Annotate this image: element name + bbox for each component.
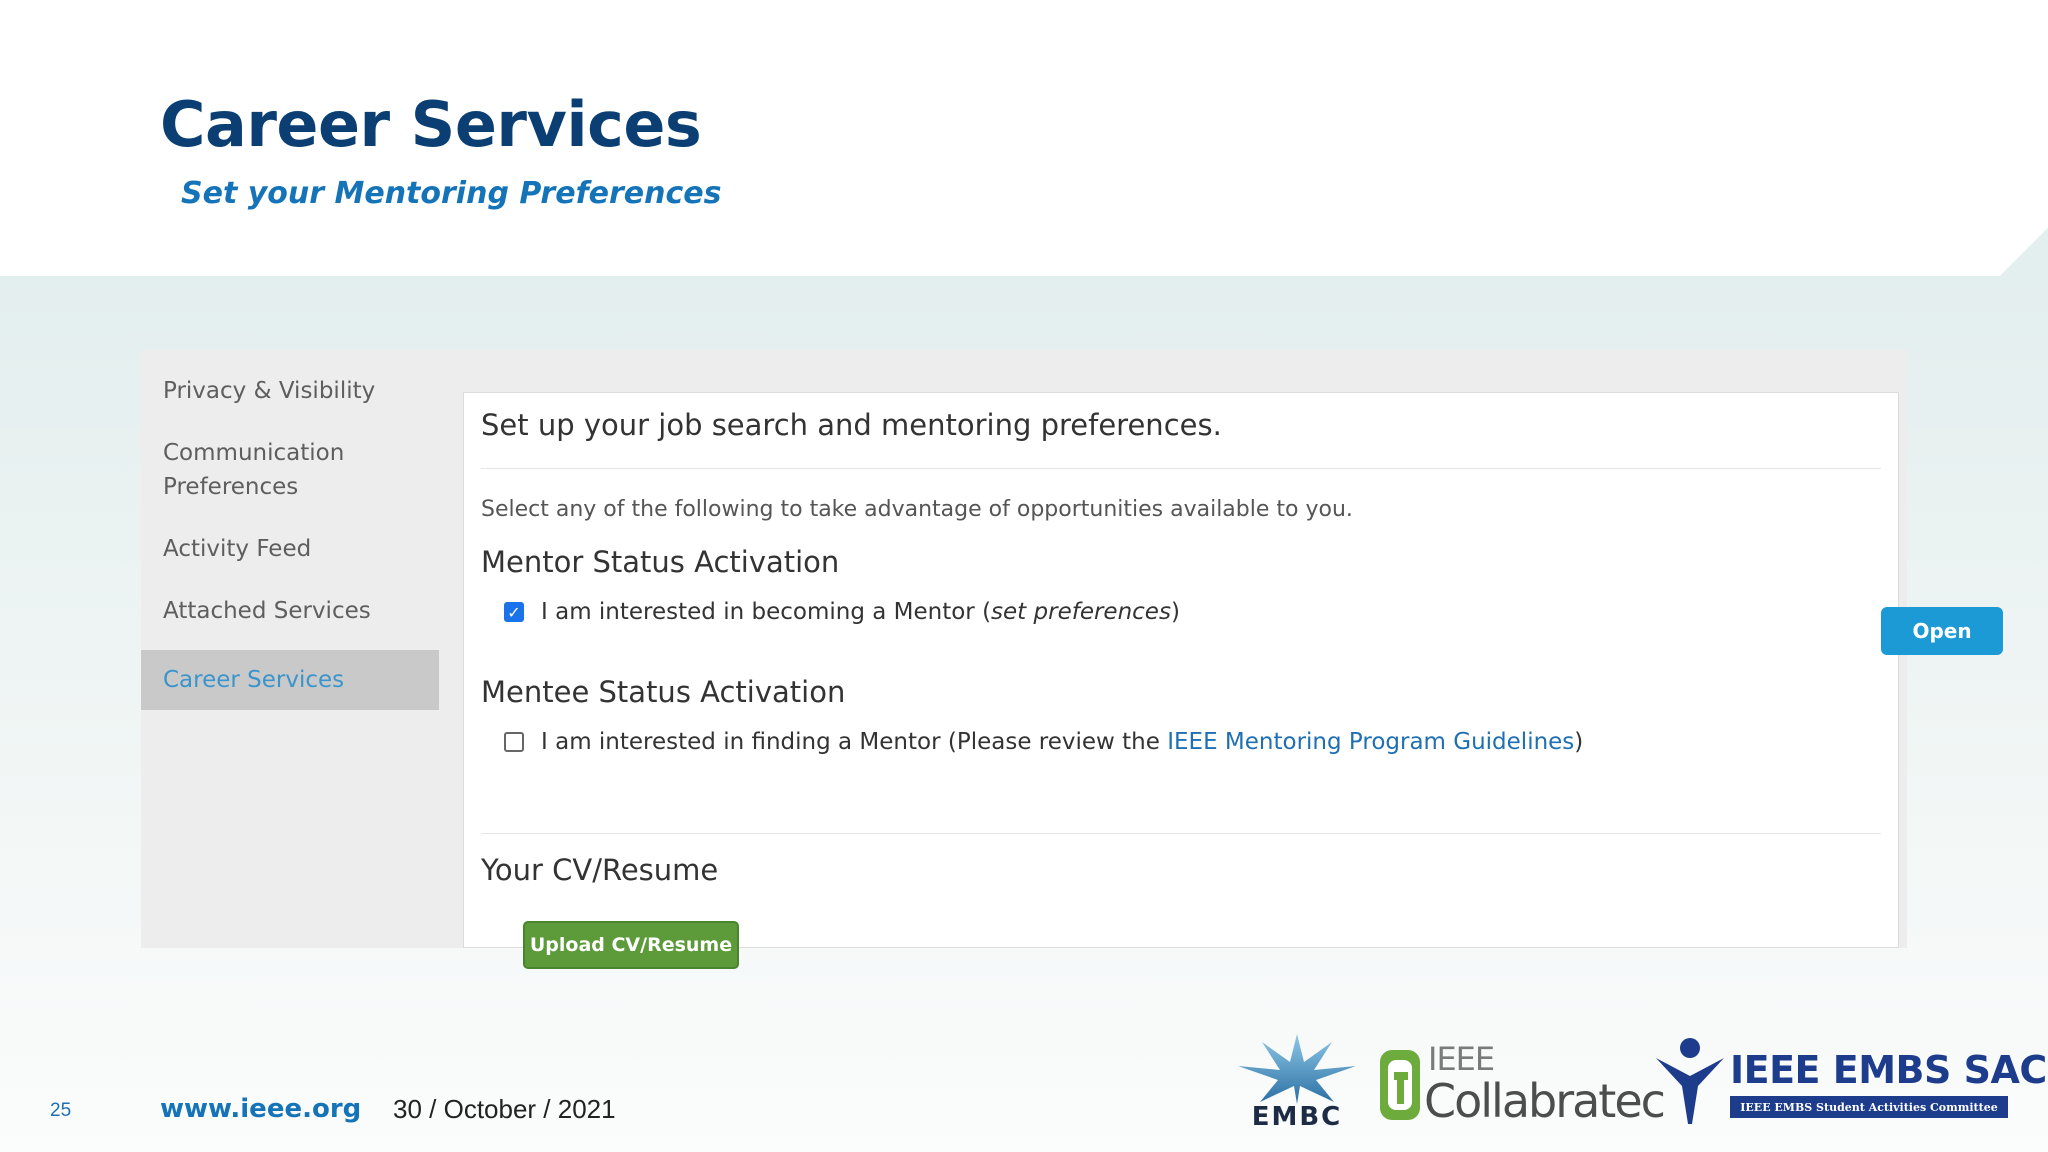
sac-title-text: IEEE EMBS SAC [1730,1048,2047,1092]
content-heading: Set up your job search and mentoring pre… [481,408,1222,442]
sidebar-item-label: Attached Services [163,598,371,624]
content-intro: Select any of the following to take adva… [481,497,1353,522]
footer-date: 30 / October / 2021 [393,1094,616,1124]
mentee-checkbox-row: I am interested in finding a Mentor (Ple… [504,729,1583,755]
mentee-label-close: ) [1574,729,1584,755]
collabratec-ieee-text: IEEE [1428,1040,1495,1078]
divider [481,833,1881,834]
sidebar-item-communication-preferences[interactable]: Communication Preferences [141,436,439,504]
person-figure-icon [1656,1038,1724,1124]
sidebar-item-activity-feed[interactable]: Activity Feed [141,532,439,566]
collabratec-logo: IEEE Collabratec [1378,1040,1666,1132]
sidebar-item-label: Communication [163,440,345,466]
sidebar-item-attached-services[interactable]: Attached Services [141,594,439,628]
sidebar-item-career-services[interactable]: Career Services [141,650,439,710]
embc-logo: EMBC [1234,1032,1360,1132]
mentee-section-title: Mentee Status Activation [481,675,846,709]
page-number: 25 [50,1100,72,1121]
sac-subtitle-text: IEEE EMBS Student Activities Committee [1730,1096,2008,1118]
mentor-section-title: Mentor Status Activation [481,545,840,579]
sidebar-item-privacy-visibility[interactable]: Privacy & Visibility [141,374,439,408]
footer-url-link[interactable]: www.ieee.org [160,1094,361,1124]
embc-star-icon [1238,1034,1356,1104]
settings-panel: Privacy & Visibility Communication Prefe… [141,350,2003,969]
mentor-checkbox-row: ✓ I am interested in becoming a Mentor (… [504,599,1180,625]
mentor-label-close: ) [1170,599,1180,625]
mentee-checkbox-label: I am interested in finding a Mentor (Ple… [541,729,1583,755]
divider [481,468,1881,469]
mentor-checkbox-label: I am interested in becoming a Mentor (se… [541,599,1180,625]
open-button[interactable]: Open [1881,607,2003,655]
mentor-label-text: I am interested in becoming a Mentor ( [541,599,992,625]
embc-logo-text: EMBC [1251,1102,1343,1132]
slide-title: Career Services [160,88,702,161]
slide-corner-accent [1988,228,2048,288]
sidebar-item-label: Privacy & Visibility [163,378,376,404]
collabratec-name-text: Collabratec [1424,1074,1666,1128]
settings-sidebar: Privacy & Visibility Communication Prefe… [141,350,439,948]
career-services-content: Set up your job search and mentoring pre… [463,392,2003,969]
upload-cv-button[interactable]: Upload CV/Resume [523,921,739,969]
sidebar-item-label: Activity Feed [163,536,312,562]
mentee-label-text: I am interested in finding a Mentor (Ple… [541,729,1168,755]
checkmark-icon: ✓ [507,602,521,622]
slide-subtitle: Set your Mentoring Preferences [181,176,722,211]
sidebar-item-label-line2: Preferences [163,474,299,500]
resume-section-title: Your CV/Resume [481,853,719,887]
sidebar-item-label: Career Services [163,667,345,693]
set-preferences-text: set preferences [991,599,1171,625]
embs-sac-logo: IEEE EMBS SAC IEEE EMBS Student Activiti… [1650,1034,2047,1130]
mentoring-guidelines-link[interactable]: IEEE Mentoring Program Guidelines [1167,729,1574,755]
collabratec-mark-icon [1380,1050,1420,1120]
mentor-checkbox[interactable]: ✓ [504,602,524,622]
mentee-checkbox[interactable] [504,732,524,752]
